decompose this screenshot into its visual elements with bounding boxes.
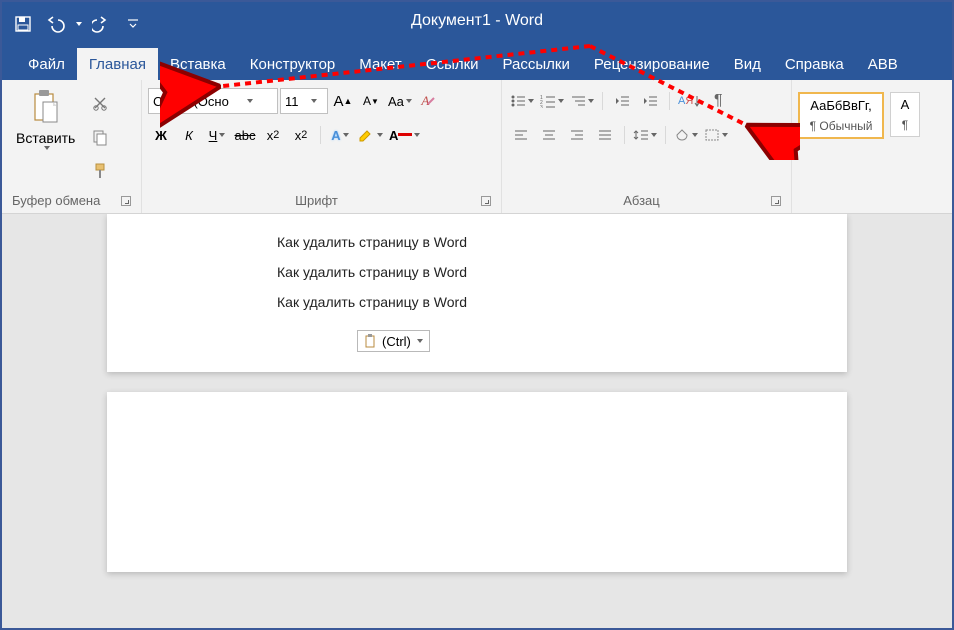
tab-mailings[interactable]: Рассылки <box>491 48 582 80</box>
tab-layout[interactable]: Макет <box>347 48 413 80</box>
tab-view[interactable]: Вид <box>722 48 773 80</box>
group-clipboard: Вставить Буфер обмена <box>2 80 142 213</box>
document-area[interactable]: Как удалить страницу в Word Как удалить … <box>2 214 952 628</box>
font-name-input[interactable] <box>153 94 245 109</box>
font-size-input[interactable] <box>285 94 309 109</box>
change-case-button[interactable]: Aa <box>386 88 414 114</box>
group-font-label: Шрифт <box>295 193 338 208</box>
underline-button[interactable]: Ч <box>204 122 230 148</box>
copy-button[interactable] <box>87 124 113 150</box>
increase-font-button[interactable]: A▲ <box>330 88 356 114</box>
group-font: A▲ A▼ Aa A Ж К Ч abc x2 x2 A A Шрифт <box>142 80 502 213</box>
tab-review[interactable]: Рецензирование <box>582 48 722 80</box>
strikethrough-button[interactable]: abc <box>232 122 258 148</box>
tab-abb[interactable]: ABB <box>856 48 910 80</box>
decrease-indent-button[interactable] <box>609 88 635 114</box>
doc-line[interactable]: Как удалить страницу в Word <box>277 234 807 250</box>
clear-formatting-button[interactable]: A <box>416 88 442 114</box>
paste-button[interactable]: Вставить <box>8 84 83 154</box>
paste-options-caret <box>417 339 423 343</box>
window-title: Документ1 - Word <box>277 12 677 30</box>
paste-dropdown-icon <box>44 146 50 150</box>
format-painter-button[interactable] <box>87 158 113 184</box>
group-styles: АаБбВвГг, ¶ Обычный А ¶ <box>792 80 952 213</box>
subscript-button[interactable]: x2 <box>260 122 286 148</box>
doc-line[interactable]: Как удалить страницу в Word <box>277 264 807 280</box>
align-center-button[interactable] <box>536 122 562 148</box>
page-1[interactable]: Как удалить страницу в Word Как удалить … <box>107 214 847 372</box>
clipboard-launcher[interactable] <box>121 196 131 206</box>
quick-access-toolbar <box>10 11 146 37</box>
doc-line[interactable]: Как удалить страницу в Word <box>277 294 807 310</box>
bullets-button[interactable] <box>508 88 536 114</box>
superscript-button[interactable]: x2 <box>288 122 314 148</box>
save-icon[interactable] <box>10 11 36 37</box>
font-launcher[interactable] <box>481 196 491 206</box>
bold-button[interactable]: Ж <box>148 122 174 148</box>
shading-button[interactable] <box>672 122 700 148</box>
numbering-button[interactable]: 123 <box>538 88 566 114</box>
italic-button[interactable]: К <box>176 122 202 148</box>
tab-design[interactable]: Конструктор <box>238 48 348 80</box>
qat-customize-icon[interactable] <box>120 11 146 37</box>
title-bar: Документ1 - Word <box>2 2 952 46</box>
font-color-button[interactable]: A <box>387 122 422 148</box>
text-effects-button[interactable]: A <box>327 122 353 148</box>
paragraph-launcher[interactable] <box>771 196 781 206</box>
sort-button[interactable]: АЯ <box>676 88 703 114</box>
cut-button[interactable] <box>87 90 113 116</box>
tab-insert[interactable]: Вставка <box>158 48 238 80</box>
ribbon-tabs: Файл Главная Вставка Конструктор Макет С… <box>2 46 952 80</box>
group-paragraph-label: Абзац <box>623 193 659 208</box>
increase-indent-button[interactable] <box>637 88 663 114</box>
align-left-button[interactable] <box>508 122 534 148</box>
paste-options-popup[interactable]: (Ctrl) <box>357 330 430 352</box>
decrease-font-button[interactable]: A▼ <box>358 88 384 114</box>
show-marks-button[interactable]: ¶ <box>705 88 731 114</box>
tab-home[interactable]: Главная <box>77 48 158 80</box>
group-paragraph: 123 АЯ ¶ Абзац <box>502 80 792 213</box>
tab-references[interactable]: Ссылки <box>414 48 491 80</box>
tab-help[interactable]: Справка <box>773 48 856 80</box>
redo-icon[interactable] <box>88 11 114 37</box>
borders-button[interactable] <box>702 122 730 148</box>
group-clipboard-label: Буфер обмена <box>12 193 100 208</box>
font-name-combo[interactable] <box>148 88 278 114</box>
paste-label: Вставить <box>16 130 75 146</box>
font-size-combo[interactable] <box>280 88 328 114</box>
multilevel-list-button[interactable] <box>568 88 596 114</box>
justify-button[interactable] <box>592 122 618 148</box>
style-next[interactable]: А ¶ <box>890 92 920 137</box>
undo-icon[interactable] <box>42 11 68 37</box>
svg-text:3: 3 <box>540 105 543 108</box>
highlight-button[interactable] <box>355 122 385 148</box>
align-right-button[interactable] <box>564 122 590 148</box>
undo-dropdown[interactable] <box>76 22 82 26</box>
page-2[interactable] <box>107 392 847 572</box>
line-spacing-button[interactable] <box>631 122 659 148</box>
ribbon: Вставить Буфер обмена A▲ A▼ Aa A <box>2 80 952 214</box>
style-normal[interactable]: АаБбВвГг, ¶ Обычный <box>798 92 884 139</box>
tab-file[interactable]: Файл <box>16 48 77 80</box>
